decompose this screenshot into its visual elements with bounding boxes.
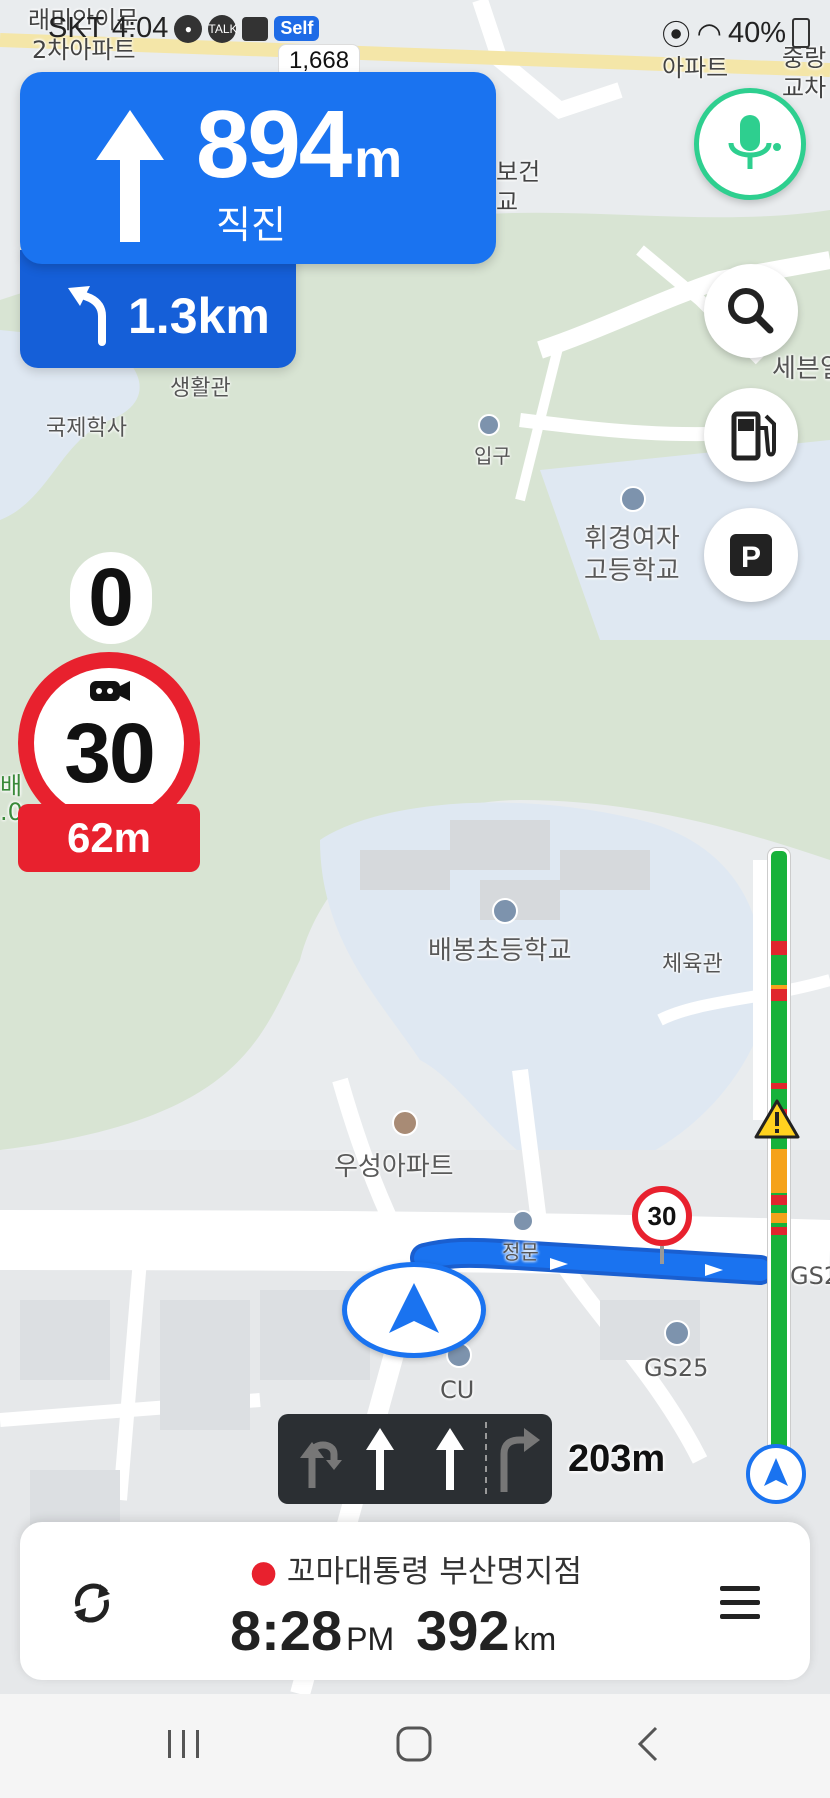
main-turn-instruction: 직진 — [216, 203, 286, 247]
speed-camera-icon — [90, 681, 130, 701]
map-label-entrance: 입구 — [474, 444, 511, 468]
gs25-poi-icon — [664, 1320, 690, 1346]
school-poi-icon — [620, 486, 646, 512]
status-left: SKT 4:04 ● TALK Self — [48, 12, 320, 45]
status-bar: SKT 4:04 ● TALK Self ⦿ ◠ 40% — [0, 0, 830, 58]
road-sign-pole — [660, 1246, 664, 1264]
search-icon — [728, 288, 774, 334]
parking-icon: P — [730, 534, 772, 576]
traffic-segment — [771, 941, 787, 955]
road-speed-limit-sign: 30 — [632, 1186, 692, 1246]
remaining-unit: km — [513, 1621, 557, 1657]
entrance-poi-icon — [478, 414, 500, 436]
gate-poi-icon — [512, 1210, 534, 1232]
map-label-gym: 체육관 — [662, 952, 723, 977]
lane-right-turn-icon — [500, 1428, 540, 1492]
microphone-icon — [728, 115, 781, 169]
trip-summary-card[interactable]: ● 꼬마대통령 부산명지점 8:28 PM 392 km — [20, 1522, 810, 1680]
location-pin-icon: ● — [250, 1554, 278, 1590]
carrier-time: SKT 4:04 — [48, 12, 169, 44]
current-speed: 0 — [70, 552, 152, 644]
apartment-poi-icon — [392, 1110, 418, 1136]
self-badge: Self — [274, 16, 320, 41]
traffic-segment — [771, 1227, 787, 1235]
status-right: ⦿ ◠ 40% — [662, 12, 810, 54]
fuel-pump-icon — [731, 411, 776, 461]
map-label-gs25-edge: GS25 — [790, 1262, 830, 1290]
map-label-main-gate: 정문 — [502, 1240, 539, 1264]
lane-left-uturn-icon — [300, 1441, 342, 1488]
gas-station-button[interactable] — [704, 388, 798, 482]
speed-limit-value: 30 — [64, 706, 155, 800]
elementary-poi-icon — [492, 898, 518, 924]
lane-straight-icon — [436, 1428, 464, 1490]
current-location-marker — [342, 1262, 486, 1358]
traffic-segment — [771, 987, 787, 1001]
main-turn-card[interactable]: 894m 직진 — [20, 72, 496, 264]
back-icon[interactable] — [630, 1724, 670, 1764]
turn-left-icon — [68, 286, 106, 346]
lane-guide-icons — [300, 1422, 540, 1496]
battery-icon — [792, 18, 810, 48]
next-turn-card[interactable]: 1.3km — [20, 250, 296, 368]
eta-row: 8:28 PM 392 km — [230, 1598, 578, 1663]
map-label-gs25: GS25 — [644, 1354, 709, 1382]
lane-guide — [278, 1414, 552, 1504]
map-label-girls-high-2: 고등학교 — [584, 556, 680, 586]
traffic-segment — [771, 1195, 787, 1205]
talk-icon: TALK — [208, 14, 238, 43]
main-distance-value: 894 — [196, 91, 352, 198]
svg-text:P: P — [741, 541, 761, 574]
route-traffic-bar — [768, 848, 790, 1464]
map-label-apartment: 우성아파트 — [334, 1152, 454, 1182]
navigation-arrow-icon — [764, 1458, 788, 1486]
reroute-icon[interactable] — [60, 1570, 124, 1634]
destination-row: ● 꼬마대통령 부산명지점 — [250, 1546, 582, 1591]
eta-ampm: PM — [346, 1621, 395, 1657]
map-label-life-hall: 생활관 — [170, 376, 231, 401]
lane-guide-distance: 203m — [568, 1438, 666, 1480]
destination-name: 꼬마대통령 부산명지점 — [286, 1554, 582, 1590]
battery-percent: 40% — [727, 16, 786, 49]
system-nav-bar — [0, 1694, 830, 1798]
next-turn-distance: 1.3km — [128, 288, 270, 344]
traffic-segment — [771, 1083, 787, 1089]
traffic-segment — [771, 1213, 787, 1223]
location-icon: ⦿ — [661, 20, 691, 52]
wifi-icon: ◠ — [696, 17, 722, 50]
main-distance-unit: m — [354, 129, 403, 189]
camera-distance: 62m — [18, 804, 200, 872]
lane-straight-icon — [366, 1428, 394, 1490]
car-status-icon: ● — [174, 14, 203, 43]
parking-button[interactable]: P — [704, 508, 798, 602]
traffic-segment — [771, 1149, 787, 1193]
traffic-segment — [771, 985, 787, 989]
gallery-icon — [242, 16, 269, 41]
map-label-elementary: 배봉초등학교 — [428, 936, 572, 966]
traffic-bar-position — [746, 1444, 806, 1504]
map-label-health-2: 교 — [496, 188, 519, 216]
warning-icon[interactable] — [754, 1098, 800, 1140]
map-label-intl-dorm: 국제학사 — [46, 416, 127, 441]
search-button[interactable] — [704, 264, 798, 358]
navigation-arrow-icon — [389, 1283, 439, 1333]
eta-time: 8:28 — [230, 1599, 343, 1662]
map-label-cu: CU — [440, 1376, 475, 1404]
home-icon[interactable] — [394, 1724, 434, 1764]
menu-icon[interactable] — [712, 1574, 768, 1630]
straight-arrow-icon — [96, 110, 164, 242]
voice-button[interactable] — [694, 88, 806, 200]
recent-apps-icon[interactable] — [164, 1724, 204, 1764]
remaining-distance: 392 — [416, 1599, 510, 1662]
